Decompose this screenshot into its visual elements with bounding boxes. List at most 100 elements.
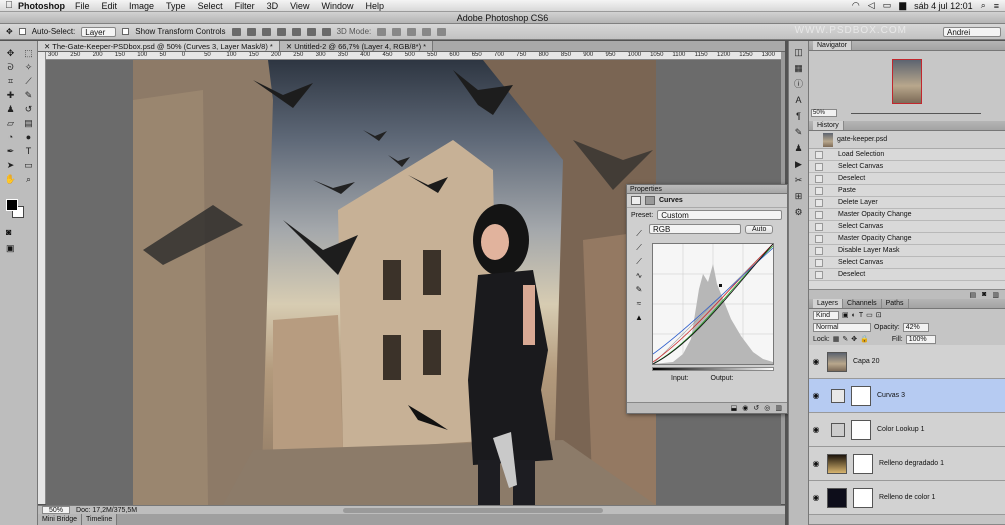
curve-edit-icon[interactable]: ∿	[631, 271, 647, 282]
brush-icon[interactable]: ✎	[21, 89, 36, 101]
menu-3d[interactable]: 3D	[267, 1, 279, 11]
eyedropper-icon[interactable]: ⟋	[21, 75, 36, 87]
menu-image[interactable]: Image	[129, 1, 154, 11]
history-item[interactable]: Load Selection	[809, 149, 1005, 161]
preset-dropdown[interactable]: Custom	[657, 210, 783, 220]
menu-edit[interactable]: Edit	[102, 1, 118, 11]
search-icon[interactable]: ⌕	[981, 0, 986, 11]
layer-comps-icon[interactable]: ⊞	[792, 191, 805, 201]
foreground-color-swatch[interactable]	[6, 199, 18, 211]
tool-presets-icon[interactable]: ✂	[792, 175, 805, 185]
3d-roll-icon[interactable]	[392, 27, 402, 36]
visibility-eye-icon[interactable]: ◉	[809, 391, 823, 400]
history-item[interactable]: Disable Layer Mask	[809, 245, 1005, 257]
filter-pixel-icon[interactable]: ▣	[842, 311, 849, 319]
lock-position-icon[interactable]: ✥	[851, 335, 857, 343]
history-snapshot[interactable]: gate-keeper.psd	[809, 131, 1005, 149]
visibility-eye-icon[interactable]: ◉	[809, 493, 823, 502]
navigator-thumbnail[interactable]	[892, 59, 922, 104]
rectangle-icon[interactable]: ▭	[21, 159, 36, 171]
layer-curvas-3[interactable]: ◉ Curvas 3	[809, 379, 1005, 413]
align-top-icon[interactable]	[231, 27, 241, 36]
menu-filter[interactable]: Filter	[235, 1, 255, 11]
menu-file[interactable]: File	[75, 1, 90, 11]
pencil-icon[interactable]: ✎	[631, 285, 647, 296]
reset-icon[interactable]: ↺	[753, 404, 759, 412]
doc-size[interactable]: Doc: 17,2M/375,5M	[76, 507, 137, 514]
history-item[interactable]: Select Canvas	[809, 221, 1005, 233]
magic-wand-icon[interactable]: ✧	[21, 61, 36, 73]
tab-paths[interactable]: Paths	[882, 299, 909, 308]
history-brush-source-box[interactable]	[815, 222, 823, 231]
visibility-eye-icon[interactable]: ◉	[809, 459, 823, 468]
layer-mask-thumbnail[interactable]	[853, 487, 873, 508]
move-tool-icon[interactable]: ✥	[6, 27, 13, 36]
tab-navigator[interactable]: Navigator	[813, 41, 852, 50]
filter-type-icon[interactable]: T	[859, 312, 863, 319]
history-item[interactable]: Deselect	[809, 269, 1005, 281]
history-brush-source-box[interactable]	[815, 234, 823, 243]
hand-icon[interactable]: ✋	[3, 173, 18, 185]
layer-relleno-degradado-1[interactable]: ◉ Relleno degradado 1	[809, 447, 1005, 481]
tab-channels[interactable]: Channels	[843, 299, 882, 308]
mask-icon[interactable]	[645, 196, 655, 205]
flag-icon[interactable]: ▆	[899, 0, 906, 11]
app-menu[interactable]: Photoshop	[18, 1, 65, 11]
show-transform-checkbox[interactable]	[122, 28, 130, 35]
tab-gate-keeper[interactable]: ✕ The-Gate-Keeper-PSDbox.psd @ 50% (Curv…	[38, 41, 280, 51]
clone-stamp-icon[interactable]: ♟	[3, 103, 18, 115]
menu-select[interactable]: Select	[198, 1, 223, 11]
lock-all-icon[interactable]: 🔒	[860, 335, 869, 343]
curves-graph[interactable]	[652, 243, 774, 365]
align-left-icon[interactable]	[276, 27, 286, 36]
menu-view[interactable]: View	[290, 1, 309, 11]
visibility-icon[interactable]: ◎	[764, 404, 770, 412]
clone-source-panel-icon[interactable]: ♟	[792, 143, 805, 153]
history-brush-source-box[interactable]	[815, 150, 823, 159]
history-item[interactable]: Master Opacity Change	[809, 233, 1005, 245]
layer-color-lookup-1[interactable]: ◉ Color Lookup 1	[809, 413, 1005, 447]
layer-capa-20[interactable]: ◉ Capa 20	[809, 345, 1005, 379]
history-item[interactable]: Master Opacity Change	[809, 209, 1005, 221]
eraser-icon[interactable]: ▱	[3, 117, 18, 129]
history-brush-source-box[interactable]	[815, 174, 823, 183]
layer-mask-thumbnail[interactable]	[853, 453, 873, 474]
clock[interactable]: sáb 4 jul 12:01	[914, 1, 973, 11]
align-middle-icon[interactable]	[246, 27, 256, 36]
menu-window[interactable]: Window	[321, 1, 353, 11]
3d-pan-icon[interactable]	[407, 27, 417, 36]
lasso-icon[interactable]: ᘐ	[3, 61, 18, 73]
healing-brush-icon[interactable]: ✚	[3, 89, 18, 101]
tab-layers[interactable]: Layers	[813, 299, 844, 308]
filter-shape-icon[interactable]: ▭	[866, 311, 873, 319]
canvas-horizontal-scrollbar[interactable]	[343, 507, 604, 513]
quick-mask-icon[interactable]: ◙	[6, 227, 11, 237]
history-brush-source-box[interactable]	[815, 246, 823, 255]
layer-mask-thumbnail[interactable]	[851, 419, 871, 440]
navigator-panel-icon[interactable]: ◫	[792, 47, 805, 57]
visibility-eye-icon[interactable]: ◉	[809, 425, 823, 434]
layer-mask-thumbnail[interactable]	[851, 385, 871, 406]
auto-button[interactable]: Auto	[745, 224, 774, 234]
artboard-icon[interactable]: ⬚	[21, 47, 36, 59]
battery-icon[interactable]: ▭	[883, 0, 892, 11]
history-brush-icon[interactable]: ↺	[21, 103, 36, 115]
blend-mode-dropdown[interactable]: Normal	[813, 322, 871, 332]
properties-panel-icon[interactable]: ⚙	[792, 207, 805, 217]
black-point-eyedropper-icon[interactable]: ⟋	[631, 229, 647, 240]
pen-icon[interactable]: ✒	[3, 145, 18, 157]
list-icon[interactable]: ≡	[994, 1, 999, 11]
menu-type[interactable]: Type	[166, 1, 186, 11]
kind-filter[interactable]: Kind	[813, 310, 840, 320]
layer-relleno-de-color-1[interactable]: ◉ Relleno de color 1	[809, 481, 1005, 515]
history-brush-source-box[interactable]	[815, 186, 823, 195]
view-previous-icon[interactable]: ◉	[742, 404, 748, 412]
history-brush-source-box[interactable]	[815, 210, 823, 219]
tab-history[interactable]: History	[813, 121, 844, 130]
move-icon[interactable]: ✥	[3, 47, 18, 59]
align-center-icon[interactable]	[291, 27, 301, 36]
distribute-icon[interactable]	[321, 27, 331, 36]
tab-untitled-2[interactable]: ✕ Untitled-2 @ 66,7% (Layer 4, RGB/8*) *	[279, 41, 434, 51]
navigator-zoom[interactable]: 50%	[811, 109, 837, 117]
clip-to-layer-icon[interactable]: ⬓	[731, 404, 738, 412]
